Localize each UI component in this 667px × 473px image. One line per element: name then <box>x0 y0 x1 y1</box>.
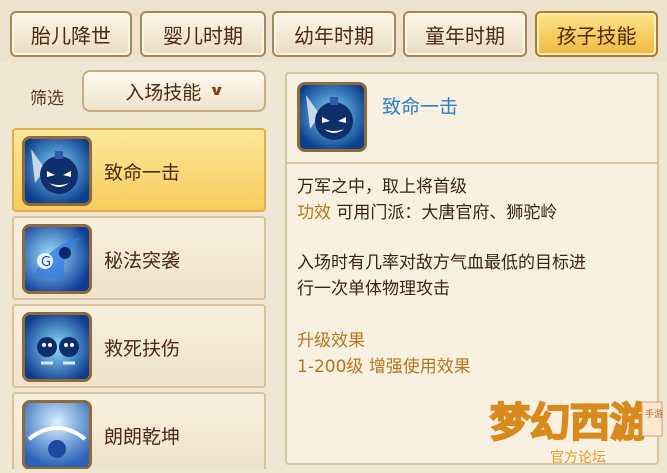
skill-item-critical-strike[interactable]: 致命一击 <box>12 128 266 212</box>
chevron-down-icon: ∨ <box>209 83 225 99</box>
tab-label: 胎儿降世 <box>31 23 111 48</box>
skill-title: 致命一击 <box>382 96 459 118</box>
tab-child-skills[interactable]: 孩子技能 <box>535 11 658 57</box>
skill-label: 朗朗乾坤 <box>104 426 181 448</box>
filter-dropdown[interactable]: 入场技能 ∨ <box>82 70 266 112</box>
skill-description-line-1: 入场时有几率对敌方气血最低的目标进 <box>297 253 586 273</box>
skill-label: 秘法突袭 <box>104 250 181 272</box>
upgrade-range: 1-200级 <box>297 357 364 377</box>
tab-childhood[interactable]: 童年时期 <box>403 11 527 57</box>
filter-label: 筛选 <box>30 89 64 109</box>
skill-list-panel: 筛选 入场技能 ∨ 致命一击 G 秘法突袭 救死扶伤 朗朗乾坤 <box>0 62 278 469</box>
skull-bomb-icon <box>297 82 367 152</box>
skill-item-rescue-heal[interactable]: 救死扶伤 <box>12 304 266 388</box>
svg-text:G: G <box>41 255 51 270</box>
tab-fetus[interactable]: 胎儿降世 <box>10 11 132 57</box>
skill-label: 致命一击 <box>104 162 181 184</box>
skill-quote: 万军之中，取上将首级 <box>297 177 467 197</box>
divider <box>287 162 657 164</box>
skill-item-bright-universe[interactable]: 朗朗乾坤 <box>12 392 266 469</box>
skill-description-line-2: 行一次单体物理攻击 <box>297 279 450 299</box>
skill-effect-line: 功效 可用门派：大唐官府、狮驼岭 <box>297 198 557 223</box>
effect-text: 可用门派：大唐官府、狮驼岭 <box>336 203 558 223</box>
tab-label: 幼年时期 <box>294 23 374 48</box>
tab-toddler[interactable]: 幼年时期 <box>272 11 396 57</box>
skill-item-arcane-raid[interactable]: G 秘法突袭 <box>12 216 266 300</box>
skull-bomb-icon <box>22 136 92 206</box>
logo-text: 梦幻西游 <box>490 400 650 446</box>
upgrade-effect-line: 1-200级 增强使用效果 <box>297 352 471 377</box>
effect-label: 功效 <box>297 203 331 223</box>
tab-infant[interactable]: 婴儿时期 <box>140 11 266 57</box>
skill-label: 救死扶伤 <box>104 338 181 360</box>
upgrade-title: 升级效果 <box>297 331 365 351</box>
arcane-strike-icon: G <box>22 224 92 294</box>
tab-bar: 胎儿降世 婴儿时期 幼年时期 童年时期 孩子技能 <box>0 0 667 62</box>
tab-label: 孩子技能 <box>556 23 637 48</box>
skill-list[interactable]: 致命一击 G 秘法突袭 救死扶伤 朗朗乾坤 <box>12 128 267 469</box>
logo-badge: 手游 <box>645 408 663 420</box>
tab-label: 童年时期 <box>425 23 505 48</box>
tab-label: 婴儿时期 <box>163 23 243 48</box>
filter-selected-value: 入场技能 <box>125 81 202 104</box>
game-logo-watermark: 梦幻西游 官方论坛 手游 <box>482 388 667 469</box>
upgrade-text: 增强使用效果 <box>368 357 471 377</box>
healing-spirits-icon <box>22 312 92 382</box>
bright-sky-icon <box>22 400 92 469</box>
logo-subtitle: 官方论坛 <box>550 450 606 466</box>
